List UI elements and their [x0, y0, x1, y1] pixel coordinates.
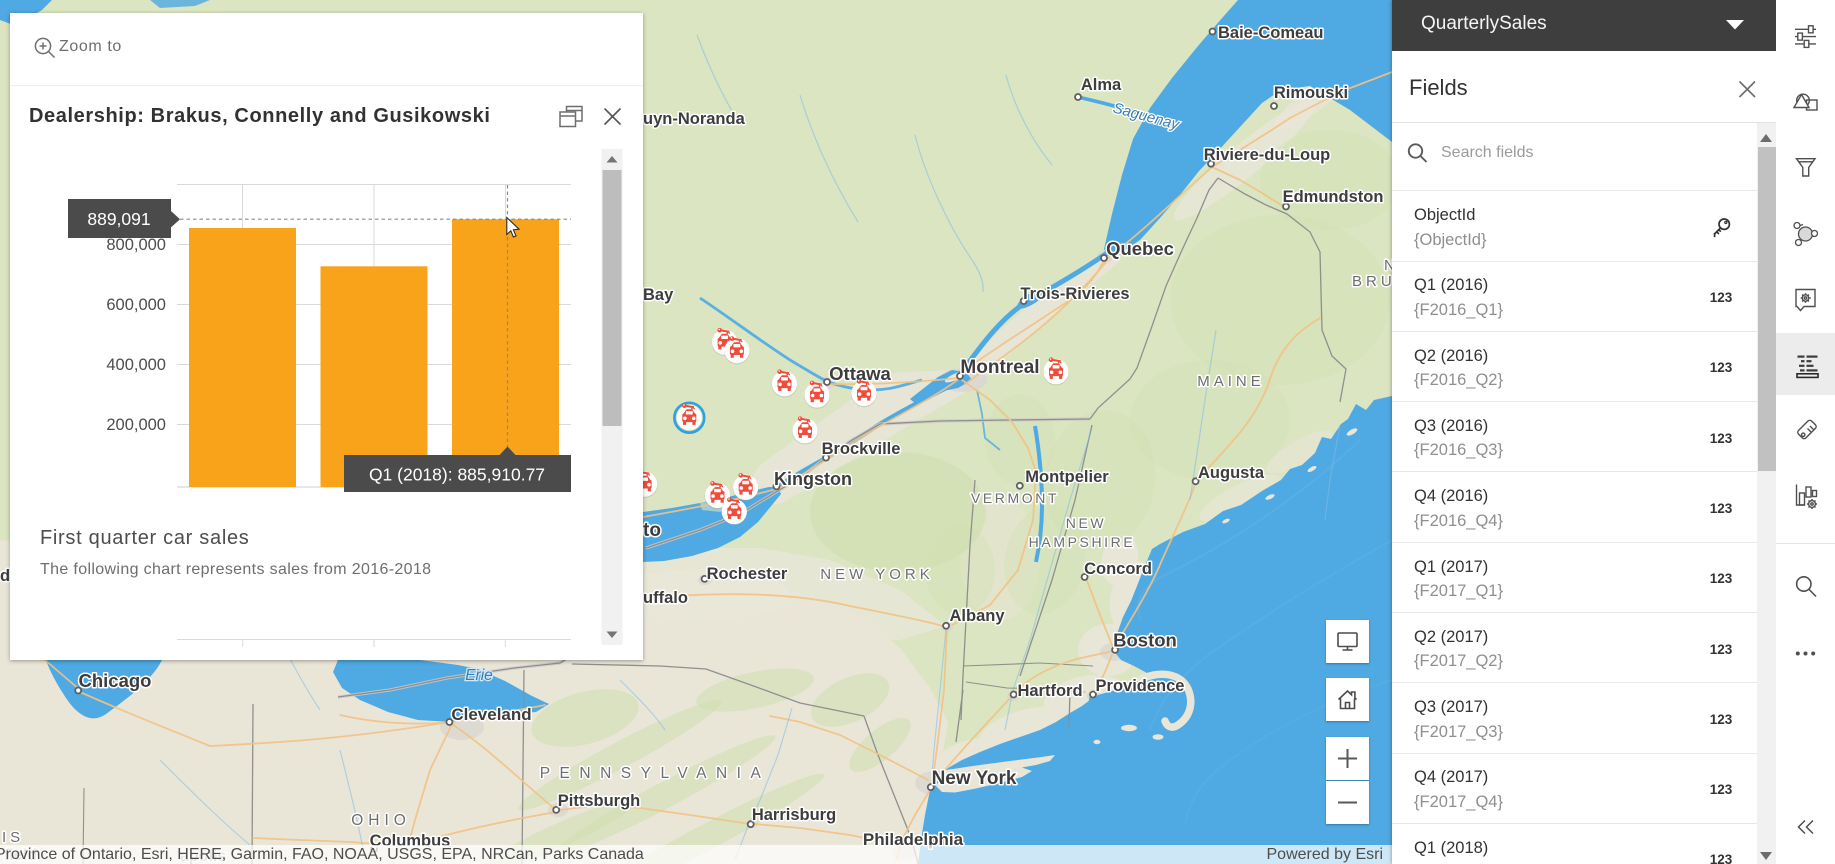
svg-text:uffalo: uffalo	[643, 589, 688, 607]
svg-text:Pittsburgh: Pittsburgh	[558, 792, 641, 810]
svg-text:Quebec: Quebec	[1106, 238, 1174, 259]
svg-text:OHIO: OHIO	[351, 812, 411, 829]
svg-text:NEW: NEW	[1066, 515, 1106, 531]
svg-text:N: N	[1384, 257, 1392, 274]
svg-text:Concord: Concord	[1084, 560, 1152, 578]
svg-text:Riviere-du-Loup: Riviere-du-Loup	[1204, 146, 1331, 164]
svg-text:889,091: 889,091	[87, 209, 150, 229]
svg-text:Hartford: Hartford	[1017, 682, 1082, 700]
svg-text:Providence: Providence	[1096, 677, 1185, 695]
svg-text:Montpelier: Montpelier	[1025, 468, 1109, 486]
svg-text:VERMONT: VERMONT	[971, 490, 1059, 506]
svg-text:400,000: 400,000	[106, 356, 166, 374]
svg-text:Alma: Alma	[1081, 76, 1122, 94]
svg-text:Boston: Boston	[1113, 630, 1177, 651]
svg-text:Harrisburg: Harrisburg	[752, 806, 836, 824]
svg-text:MAINE: MAINE	[1197, 373, 1265, 390]
svg-text:Trois-Rivieres: Trois-Rivieres	[1020, 285, 1129, 303]
svg-text:Erie: Erie	[465, 667, 493, 684]
svg-text:NEW YORK: NEW YORK	[820, 566, 933, 583]
svg-text:Cleveland: Cleveland	[451, 705, 531, 724]
svg-text:Bay: Bay	[643, 286, 674, 304]
svg-text:Rochester: Rochester	[707, 565, 788, 583]
svg-text:HAMPSHIRE: HAMPSHIRE	[1029, 534, 1136, 550]
svg-text:Montreal: Montreal	[960, 357, 1039, 378]
svg-text:Brockville: Brockville	[822, 440, 901, 458]
svg-text:Chicago: Chicago	[79, 670, 152, 691]
svg-text:BRU: BRU	[1352, 273, 1392, 290]
svg-text:New York: New York	[932, 768, 1017, 789]
svg-text:Rimouski: Rimouski	[1274, 84, 1348, 102]
svg-text:Albany: Albany	[949, 607, 1005, 625]
svg-text:Augusta: Augusta	[1198, 464, 1265, 482]
svg-text:200,000: 200,000	[106, 416, 166, 434]
svg-text:Edmundston: Edmundston	[1283, 188, 1384, 206]
svg-text:IS: IS	[2, 829, 24, 846]
svg-text:PENNSYLVANIA: PENNSYLVANIA	[540, 765, 771, 782]
svg-text:uyn-Noranda: uyn-Noranda	[643, 110, 746, 128]
svg-text:to: to	[643, 520, 661, 541]
svg-text:Kingston: Kingston	[774, 469, 852, 489]
svg-text:Q1 (2018): 885,910.77: Q1 (2018): 885,910.77	[369, 465, 545, 485]
svg-text:800,000: 800,000	[106, 236, 166, 254]
svg-text:Baie-Comeau: Baie-Comeau	[1218, 24, 1323, 42]
svg-text:600,000: 600,000	[106, 296, 166, 314]
